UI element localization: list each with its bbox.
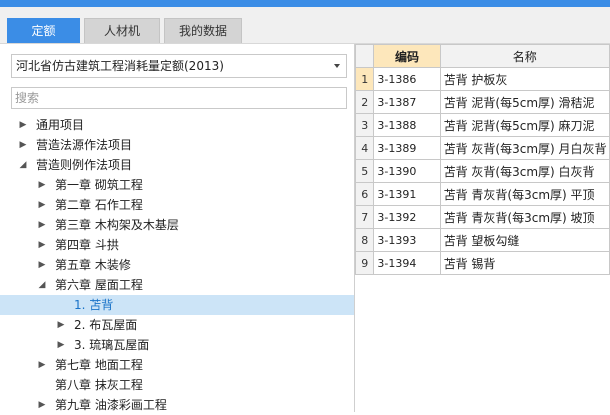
tree-node[interactable]: ▶ 3. 琉璃瓦屋面	[0, 335, 354, 355]
column-header-code[interactable]: 编码	[373, 44, 441, 68]
table-row[interactable]: 9 3-1394 苫背 锡背	[354, 251, 610, 275]
tree-node[interactable]: ▶ 第七章 地面工程	[0, 355, 354, 375]
triangle-right-icon[interactable]: ▶	[18, 115, 28, 135]
search-input[interactable]	[11, 87, 347, 109]
quota-name-cell[interactable]: 苫背 护板灰	[439, 67, 610, 91]
row-index: 5	[354, 159, 375, 183]
tree-node-label: 2. 布瓦屋面	[74, 318, 138, 332]
triangle-right-icon[interactable]: ▶	[56, 335, 66, 355]
tab-quota[interactable]: 定额	[7, 18, 80, 43]
tab-my-data[interactable]: 我的数据	[164, 18, 242, 43]
quota-code-cell[interactable]: 3-1391	[373, 182, 441, 206]
quota-name-cell[interactable]: 苫背 灰背(每3cm厚) 月白灰背	[439, 136, 610, 160]
row-index: 1	[354, 67, 375, 91]
tree-node-label: 第九章 油漆彩画工程	[55, 398, 167, 412]
quota-table: 编码 名称 1 3-1386 苫背 护板灰 2 3-1387 苫背 泥背(每5cm厚) 滑…	[354, 44, 610, 275]
row-index: 3	[354, 113, 375, 137]
tree-node[interactable]: ▶ 2. 布瓦屋面	[0, 315, 354, 335]
quota-library-select[interactable]: 河北省仿古建筑工程消耗量定额(2013)	[11, 54, 347, 78]
triangle-right-icon[interactable]: ▶	[37, 355, 47, 375]
tree-node[interactable]: 1. 苫背	[0, 295, 354, 315]
quota-library-value: 河北省仿古建筑工程消耗量定额(2013)	[16, 59, 224, 73]
triangle-down-icon[interactable]: ◢	[18, 155, 28, 175]
table-row[interactable]: 2 3-1387 苫背 泥背(每5cm厚) 滑秸泥	[354, 90, 610, 114]
triangle-right-icon[interactable]: ▶	[56, 315, 66, 335]
table-row[interactable]: 4 3-1389 苫背 灰背(每3cm厚) 月白灰背	[354, 136, 610, 160]
tab-bar: 定额 人材机 我的数据	[0, 7, 610, 44]
quota-name-cell[interactable]: 苫背 泥背(每5cm厚) 麻刀泥	[439, 113, 610, 137]
table-row[interactable]: 3 3-1388 苫背 泥背(每5cm厚) 麻刀泥	[354, 113, 610, 137]
triangle-right-icon[interactable]: ▶	[37, 195, 47, 215]
tree-node-label: 第六章 屋面工程	[55, 278, 143, 292]
tree-node-label: 第三章 木构架及木基层	[55, 218, 179, 232]
tree-node[interactable]: ▶ 第九章 油漆彩画工程	[0, 395, 354, 415]
triangle-right-icon[interactable]: ▶	[18, 135, 28, 155]
triangle-down-icon[interactable]: ◢	[37, 275, 47, 295]
left-panel: 河北省仿古建筑工程消耗量定额(2013) ▶ 通用项目 ▶ 营造法源作法项目 ◢ 营造则例…	[0, 44, 355, 412]
quota-name-cell[interactable]: 苫背 泥背(每5cm厚) 滑秸泥	[439, 90, 610, 114]
chapter-tree: ▶ 通用项目 ▶ 营造法源作法项目 ◢ 营造则例作法项目 ▶ 第一章 砌筑工程 ▶ 第二章 石作工…	[0, 115, 354, 415]
row-index: 9	[354, 251, 375, 275]
row-index: 7	[354, 205, 375, 229]
table-row[interactable]: 5 3-1390 苫背 灰背(每3cm厚) 白灰背	[354, 159, 610, 183]
table-row[interactable]: 6 3-1391 苫背 青灰背(每3cm厚) 平顶	[354, 182, 610, 206]
quota-code-cell[interactable]: 3-1389	[373, 136, 441, 160]
quota-name-cell[interactable]: 苫背 青灰背(每3cm厚) 坡顶	[439, 205, 610, 229]
tree-node-label: 第四章 斗拱	[55, 238, 119, 252]
tree-node[interactable]: ▶ 第四章 斗拱	[0, 235, 354, 255]
tree-node[interactable]: ▶ 第五章 木装修	[0, 255, 354, 275]
tree-node-label: 通用项目	[36, 118, 85, 132]
triangle-right-icon[interactable]: ▶	[37, 255, 47, 275]
row-index: 4	[354, 136, 375, 160]
tree-node-label: 第一章 砌筑工程	[55, 178, 143, 192]
row-index: 8	[354, 228, 375, 252]
quota-name-cell[interactable]: 苫背 灰背(每3cm厚) 白灰背	[439, 159, 610, 183]
tree-node[interactable]: ▶ 第一章 砌筑工程	[0, 175, 354, 195]
tree-node[interactable]: 第八章 抹灰工程	[0, 375, 354, 395]
quota-name-cell[interactable]: 苫背 锡背	[439, 251, 610, 275]
quota-name-cell[interactable]: 苫背 望板勾缝	[439, 228, 610, 252]
tree-node-label: 第二章 石作工程	[55, 198, 143, 212]
tree-node[interactable]: ◢ 营造则例作法项目	[0, 155, 354, 175]
quota-code-cell[interactable]: 3-1394	[373, 251, 441, 275]
triangle-right-icon[interactable]: ▶	[37, 215, 47, 235]
tree-node-label: 营造则例作法项目	[36, 158, 133, 172]
quota-name-cell[interactable]: 苫背 青灰背(每3cm厚) 平顶	[439, 182, 610, 206]
tree-node[interactable]: ▶ 营造法源作法项目	[0, 135, 354, 155]
quota-code-cell[interactable]: 3-1386	[373, 67, 441, 91]
tree-node-label: 营造法源作法项目	[36, 138, 133, 152]
top-accent-bar	[0, 0, 610, 7]
table-row[interactable]: 7 3-1392 苫背 青灰背(每3cm厚) 坡顶	[354, 205, 610, 229]
tree-node[interactable]: ◢ 第六章 屋面工程	[0, 275, 354, 295]
right-panel: 编码 名称 1 3-1386 苫背 护板灰 2 3-1387 苫背 泥背(每5cm厚) 滑…	[354, 44, 610, 412]
tree-node-label: 第五章 木装修	[55, 258, 131, 272]
triangle-right-icon[interactable]: ▶	[37, 175, 47, 195]
quota-code-cell[interactable]: 3-1387	[373, 90, 441, 114]
tree-node-label: 第七章 地面工程	[55, 358, 143, 372]
column-header-name[interactable]: 名称	[439, 44, 610, 68]
quota-code-cell[interactable]: 3-1388	[373, 113, 441, 137]
row-index: 6	[354, 182, 375, 206]
chevron-down-icon	[334, 64, 340, 68]
triangle-right-icon[interactable]: ▶	[37, 235, 47, 255]
tree-node-label: 第八章 抹灰工程	[55, 378, 143, 392]
triangle-right-icon[interactable]: ▶	[37, 395, 47, 415]
quota-code-cell[interactable]: 3-1392	[373, 205, 441, 229]
tree-node-label: 3. 琉璃瓦屋面	[74, 338, 150, 352]
tree-node-label: 1. 苫背	[74, 298, 114, 312]
tree-node[interactable]: ▶ 通用项目	[0, 115, 354, 135]
table-row[interactable]: 1 3-1386 苫背 护板灰	[354, 67, 610, 91]
tree-node[interactable]: ▶ 第二章 石作工程	[0, 195, 354, 215]
tree-node[interactable]: ▶ 第三章 木构架及木基层	[0, 215, 354, 235]
row-index-header	[354, 44, 375, 68]
row-index: 2	[354, 90, 375, 114]
quota-code-cell[interactable]: 3-1393	[373, 228, 441, 252]
tab-labor-material-machine[interactable]: 人材机	[84, 18, 160, 43]
table-row[interactable]: 8 3-1393 苫背 望板勾缝	[354, 228, 610, 252]
quota-code-cell[interactable]: 3-1390	[373, 159, 441, 183]
